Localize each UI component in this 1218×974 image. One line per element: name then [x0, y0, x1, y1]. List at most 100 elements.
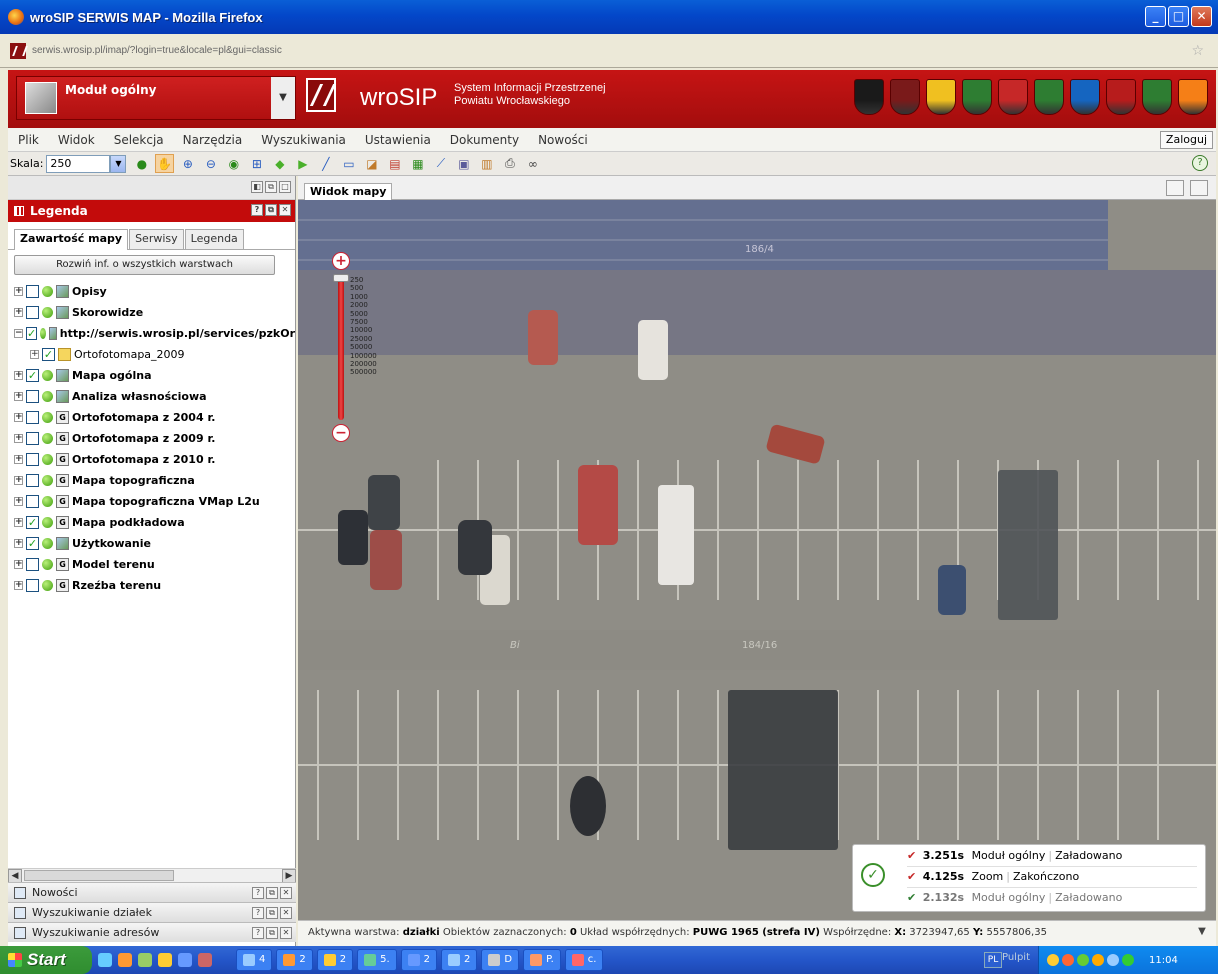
address-close-icon[interactable]: ✕ [280, 927, 292, 939]
layer-checkbox[interactable]: ✓ [26, 369, 39, 382]
layer-checkbox[interactable] [26, 495, 39, 508]
zoom-out-icon[interactable]: ⊖ [201, 154, 220, 173]
forward-icon[interactable]: ▶ [293, 154, 312, 173]
expand-icon[interactable]: + [14, 581, 23, 590]
close-button[interactable]: ✕ [1191, 6, 1212, 27]
select-rectangle-icon[interactable]: ▭ [339, 154, 358, 173]
chevron-down-icon[interactable]: ▼ [271, 77, 295, 119]
minimize-button[interactable]: _ [1145, 6, 1166, 27]
tab-legend[interactable]: Legenda [184, 229, 244, 249]
link-icon[interactable]: ∞ [523, 154, 542, 173]
bookmark-star-icon[interactable]: ☆ [1191, 43, 1204, 59]
parcel-close-icon[interactable]: ✕ [280, 907, 292, 919]
layer-row[interactable]: + Analiza własnościowa [8, 386, 295, 407]
language-indicator[interactable]: PL [984, 952, 1002, 968]
layer-row[interactable]: + G Rzeźba terenu [8, 575, 295, 596]
layer-checkbox[interactable]: ✓ [42, 348, 55, 361]
layer-row[interactable]: + G Ortofotomapa z 2009 r. [8, 428, 295, 449]
menu-selection[interactable]: Selekcja [104, 133, 173, 147]
menu-tools[interactable]: Narzędzia [173, 133, 252, 147]
expand-icon[interactable]: + [30, 350, 39, 359]
tab-map-contents[interactable]: Zawartość mapy [14, 229, 129, 250]
expand-icon[interactable]: + [14, 434, 23, 443]
menu-view[interactable]: Widok [48, 133, 104, 147]
expand-icon[interactable]: + [14, 518, 23, 527]
zoom-handle[interactable] [333, 274, 349, 282]
menu-settings[interactable]: Ustawienia [355, 133, 440, 147]
layer-row[interactable]: + Opisy [8, 281, 295, 302]
quicklaunch-firefox-icon[interactable] [118, 953, 132, 967]
profile-icon[interactable]: ⟋ [431, 154, 450, 173]
expand-icon[interactable]: + [14, 371, 23, 380]
expand-icon[interactable]: + [14, 539, 23, 548]
collapse-icon[interactable]: − [14, 329, 23, 338]
tab-services[interactable]: Serwisy [129, 229, 184, 249]
full-extent-icon[interactable]: ◉ [224, 154, 243, 173]
scale-input[interactable]: 250 [46, 154, 111, 173]
menu-file[interactable]: Plik [8, 133, 48, 147]
expand-icon[interactable]: + [14, 413, 23, 422]
taskbar-button[interactable]: 5. [357, 949, 397, 971]
address-bar[interactable]: serwis.wrosip.pl/imap/?login=true&locale… [0, 34, 1218, 68]
tray-icon[interactable] [1062, 954, 1074, 966]
layer-checkbox[interactable] [26, 285, 39, 298]
layer-checkbox[interactable] [26, 558, 39, 571]
tray-icon[interactable] [1092, 954, 1104, 966]
quicklaunch-app-icon[interactable] [158, 953, 172, 967]
taskbar-button[interactable]: D [481, 949, 520, 971]
info-icon[interactable]: ● [132, 154, 151, 173]
tray-icon[interactable] [1107, 954, 1119, 966]
taskbar-button[interactable]: 2 [276, 949, 313, 971]
expand-icon[interactable]: + [14, 560, 23, 569]
zoom-in-icon[interactable]: ⊕ [178, 154, 197, 173]
layer-checkbox[interactable] [26, 579, 39, 592]
layer-row[interactable]: + ✓ G Mapa podkładowa [8, 512, 295, 533]
expand-icon[interactable]: + [14, 308, 23, 317]
maximize-button[interactable]: □ [1168, 6, 1189, 27]
search-map-icon[interactable] [1190, 180, 1208, 196]
chevron-down-icon[interactable]: ▼ [1194, 925, 1210, 941]
layer-checkbox[interactable] [26, 390, 39, 403]
expand-all-layers-button[interactable]: Rozwiń inf. o wszystkich warstwach [14, 255, 275, 275]
zoom-minus-icon[interactable]: − [332, 424, 350, 442]
layer-checkbox[interactable]: ✓ [26, 516, 39, 529]
tray-icon[interactable] [1047, 954, 1059, 966]
url-text[interactable]: serwis.wrosip.pl/imap/?login=true&locale… [32, 45, 282, 56]
orthophoto-canvas[interactable]: 186/4 184/16 Bi [298, 200, 1216, 920]
tray-icon[interactable] [1077, 954, 1089, 966]
tray-icon[interactable] [1122, 954, 1134, 966]
address-help-icon[interactable]: ? [252, 927, 264, 939]
taskbar-button[interactable]: c. [564, 949, 604, 971]
expand-icon[interactable]: + [14, 455, 23, 464]
panel-address-search[interactable]: Wyszukiwanie adresów ? ⧉ ✕ [8, 922, 296, 942]
layer-row[interactable]: + G Mapa topograficzna VMap L2u [8, 491, 295, 512]
back-icon[interactable]: ◆ [270, 154, 289, 173]
help-icon[interactable]: ? [1192, 155, 1208, 171]
layer-row[interactable]: + G Model terenu [8, 554, 295, 575]
taskbar-button[interactable]: 2 [441, 949, 478, 971]
measure-line-icon[interactable]: ╱ [316, 154, 335, 173]
scroll-thumb[interactable] [24, 870, 174, 881]
legend-float-icon[interactable]: ⧉ [265, 204, 277, 216]
expand-icon[interactable]: + [14, 497, 23, 506]
news-help-icon[interactable]: ? [252, 887, 264, 899]
print-icon[interactable]: ⎙ [500, 154, 519, 173]
layer-row[interactable]: − ✓ http://serwis.wrosip.pl/services/pzkOr [8, 323, 295, 344]
ok-check-icon[interactable]: ✓ [861, 863, 885, 887]
zoom-track[interactable] [338, 274, 344, 420]
taskbar-button[interactable]: P. [523, 949, 561, 971]
horizontal-scrollbar[interactable]: ◀ ▶ [8, 868, 296, 883]
module-selector[interactable]: Moduł ogólny ▼ [16, 76, 296, 120]
aerial-photo-map[interactable]: 186/4 184/16 Bi + 250 500 1000 2000 5000 7500… [298, 200, 1216, 920]
parcel-help-icon[interactable]: ? [252, 907, 264, 919]
expand-icon[interactable]: + [14, 476, 23, 485]
zoom-plus-icon[interactable]: + [332, 252, 350, 270]
zoom-window-icon[interactable]: ⊞ [247, 154, 266, 173]
taskbar-button[interactable]: 2 [316, 949, 354, 971]
clear-selection-icon[interactable]: ▤ [385, 154, 404, 173]
layer-checkbox[interactable]: ✓ [26, 537, 39, 550]
start-button[interactable]: Start [0, 946, 92, 974]
layer-row[interactable]: + ✓ Użytkowanie [8, 533, 295, 554]
address-float-icon[interactable]: ⧉ [266, 927, 278, 939]
layer-checkbox[interactable]: ✓ [26, 327, 38, 340]
